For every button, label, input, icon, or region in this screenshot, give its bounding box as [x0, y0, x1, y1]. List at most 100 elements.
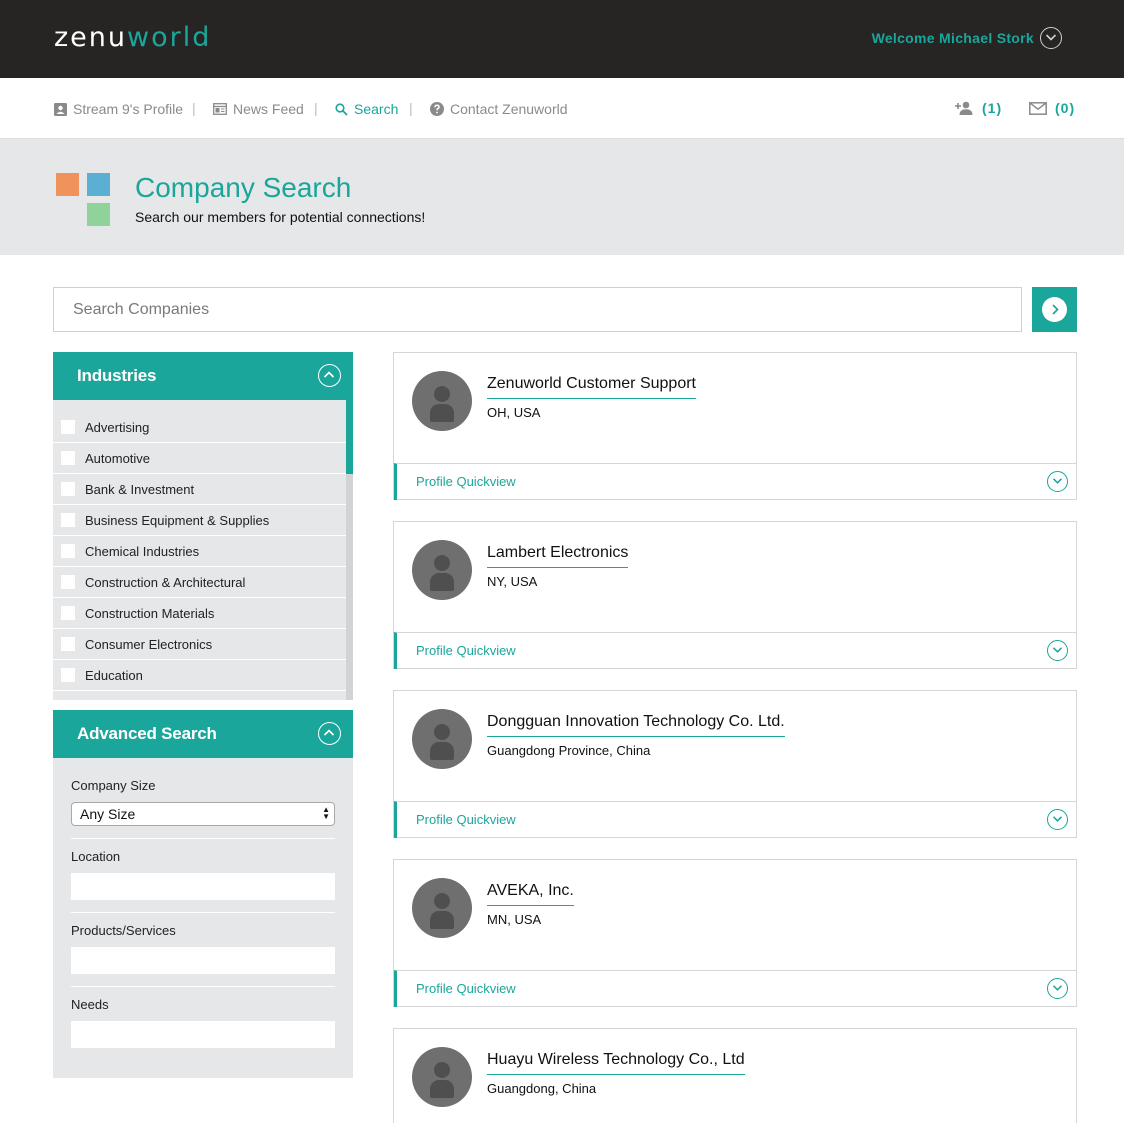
chevron-down-icon[interactable] [1040, 27, 1062, 49]
company-size-label: Company Size [71, 778, 156, 793]
welcome-user-menu[interactable]: Welcome Michael Stork [872, 30, 1034, 46]
nav-separator: | [314, 100, 318, 116]
quickview-label: Profile Quickview [416, 643, 516, 658]
company-location: OH, USA [487, 405, 541, 420]
company-name-link[interactable]: Zenuworld Customer Support [487, 375, 696, 399]
advanced-search-panel-header[interactable]: Advanced Search [53, 710, 353, 758]
connection-requests[interactable]: (1) [955, 100, 1002, 116]
company-avatar[interactable] [412, 709, 472, 769]
profile-quickview-toggle[interactable]: Profile Quickview [394, 801, 1076, 838]
industry-item[interactable]: Business Equipment & Supplies [53, 505, 346, 536]
industry-item[interactable]: Construction & Architectural [53, 567, 346, 598]
location-label: Location [71, 849, 121, 864]
company-result-card: AVEKA, Inc. MN, USA Profile Quickview [393, 859, 1077, 1007]
add-person-icon [955, 101, 973, 115]
industries-panel-header[interactable]: Industries [53, 352, 353, 400]
company-result-card: Zenuworld Customer Support OH, USA Profi… [393, 352, 1077, 500]
industry-checkbox[interactable] [61, 451, 75, 465]
chevron-down-icon[interactable] [1047, 978, 1068, 999]
hero-logo-square-orange [56, 173, 79, 196]
industry-label: Advertising [85, 419, 150, 435]
industry-checkbox[interactable] [61, 420, 75, 434]
industry-item[interactable]: Construction Materials [53, 598, 346, 629]
industry-label: Business Equipment & Supplies [85, 512, 270, 528]
quickview-label: Profile Quickview [416, 474, 516, 489]
nav-news-feed-link[interactable]: News Feed [213, 101, 304, 117]
nav-bar: Stream 9's Profile | News Feed | Search … [0, 78, 1124, 139]
nav-search-link[interactable]: Search [335, 101, 398, 117]
industry-label: Education [85, 667, 143, 683]
zenuworld-logo[interactable]: zenuworld [54, 22, 211, 53]
industry-checkbox[interactable] [61, 513, 75, 527]
industry-checkbox[interactable] [61, 482, 75, 496]
company-location: NY, USA [487, 574, 538, 589]
company-search-input[interactable] [53, 287, 1022, 332]
quickview-label: Profile Quickview [416, 981, 516, 996]
welcome-text: Welcome Michael Stork [871, 30, 1034, 46]
company-avatar[interactable] [412, 371, 472, 431]
nav-contact-label: Contact Zenuworld [450, 101, 568, 117]
page-title: Company Search [135, 172, 352, 203]
location-input[interactable] [71, 873, 335, 900]
profile-quickview-toggle[interactable]: Profile Quickview [394, 632, 1076, 669]
page-subtitle: Search our members for potential connect… [135, 209, 426, 225]
messages-count: (0) [1055, 100, 1076, 116]
profile-quickview-toggle[interactable]: Profile Quickview [394, 970, 1076, 1007]
company-location: Guangdong Province, China [487, 743, 651, 758]
nav-contact-link[interactable]: Contact Zenuworld [430, 101, 568, 117]
logo-text-world: world [127, 22, 212, 53]
company-name-link[interactable]: AVEKA, Inc. [487, 882, 574, 906]
industry-label: Construction & Architectural [85, 574, 246, 590]
chevron-down-icon[interactable] [1047, 809, 1068, 830]
search-submit-button[interactable] [1032, 287, 1077, 332]
company-result-card: Huayu Wireless Technology Co., Ltd Guang… [393, 1028, 1077, 1123]
quickview-label: Profile Quickview [416, 812, 516, 827]
industry-checkbox[interactable] [61, 575, 75, 589]
messages-link[interactable]: (0) [1029, 100, 1075, 116]
company-avatar[interactable] [412, 878, 472, 938]
help-icon [430, 102, 444, 116]
chevron-down-icon[interactable] [1047, 471, 1068, 492]
nav-profile-label: Stream 9's Profile [73, 101, 184, 117]
industry-item[interactable]: Education [53, 660, 346, 691]
products-services-input[interactable] [71, 947, 335, 974]
company-result-card: Dongguan Innovation Technology Co. Ltd. … [393, 690, 1077, 838]
chevron-up-icon[interactable] [318, 722, 341, 745]
industry-label: Construction Materials [85, 605, 215, 621]
industry-label: Consumer Electronics [85, 636, 213, 652]
industry-item[interactable]: Consumer Electronics [53, 629, 346, 660]
nav-news-feed-label: News Feed [233, 101, 304, 117]
profile-quickview-toggle[interactable]: Profile Quickview [394, 463, 1076, 500]
industry-item[interactable]: Advertising [53, 412, 346, 443]
company-avatar[interactable] [412, 540, 472, 600]
industry-item[interactable]: Chemical Industries [53, 536, 346, 567]
chevron-down-icon[interactable] [1047, 640, 1068, 661]
avatar-head [434, 555, 450, 571]
company-size-value: Any Size [80, 806, 136, 822]
company-avatar[interactable] [412, 1047, 472, 1107]
page-hero: Company Search Search our members for po… [0, 139, 1124, 255]
industry-item[interactable]: Bank & Investment [53, 474, 346, 505]
industry-label: Chemical Industries [85, 543, 200, 559]
industry-checkbox[interactable] [61, 606, 75, 620]
industry-checkbox[interactable] [61, 544, 75, 558]
divider [71, 986, 335, 987]
company-name-link[interactable]: Huayu Wireless Technology Co., Ltd [487, 1051, 745, 1075]
industries-scrollbar[interactable] [346, 400, 353, 700]
industries-scrollbar-thumb[interactable] [346, 400, 353, 474]
hero-logo-square-green [87, 203, 110, 226]
search-icon [335, 102, 348, 116]
chevron-up-icon[interactable] [318, 364, 341, 387]
industry-item[interactable]: Automotive [53, 443, 346, 474]
company-size-select[interactable]: Any Size ▲ ▼ [71, 802, 335, 826]
nav-separator: | [192, 100, 196, 116]
nav-separator: | [409, 100, 413, 116]
company-name-link[interactable]: Lambert Electronics [487, 544, 629, 568]
industry-checkbox[interactable] [61, 668, 75, 682]
company-name-link[interactable]: Dongguan Innovation Technology Co. Ltd. [487, 713, 785, 737]
nav-profile-link[interactable]: Stream 9's Profile [54, 101, 183, 117]
company-location: Guangdong, China [487, 1081, 597, 1096]
needs-input[interactable] [71, 1021, 335, 1048]
industry-checkbox[interactable] [61, 637, 75, 651]
avatar-head [434, 724, 450, 740]
